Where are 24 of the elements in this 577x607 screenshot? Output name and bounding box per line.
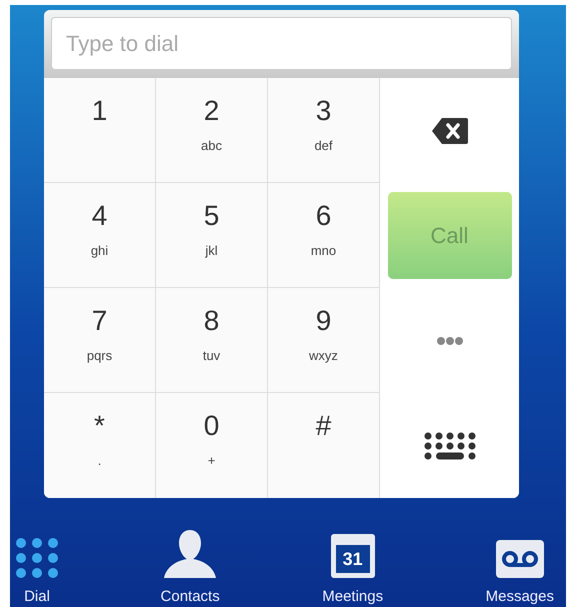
dial-key[interactable]: 7 pqrs	[44, 288, 156, 393]
dial-key[interactable]: 9 wxyz	[268, 288, 380, 393]
dialpad-icon	[16, 538, 58, 578]
dial-key[interactable]: 5 jkl	[156, 183, 268, 288]
dial-key[interactable]: 2 abc	[156, 78, 268, 183]
dial-key[interactable]: 3 def	[268, 78, 380, 183]
nav-tab[interactable]: 31 Meetings	[316, 534, 390, 605]
dial-key[interactable]: 1	[44, 78, 156, 183]
person-icon	[164, 530, 216, 578]
dial-key[interactable]: 8 tuv	[156, 288, 268, 393]
nav-tab[interactable]: Dial	[10, 538, 64, 605]
nav-tab[interactable]: Messages	[480, 540, 560, 605]
backspace-icon[interactable]	[432, 118, 468, 144]
voicemail-icon	[496, 540, 544, 578]
dial-key[interactable]: 4 ghi	[44, 183, 156, 288]
dial-input-field[interactable]: Type to dial	[51, 17, 512, 70]
dial-key[interactable]: 0 +	[156, 393, 268, 498]
keyboard-icon[interactable]	[424, 432, 476, 460]
dial-key[interactable]: 6 mno	[268, 183, 380, 288]
more-icon[interactable]	[436, 336, 462, 344]
dial-key[interactable]: #	[268, 393, 380, 498]
dial-key[interactable]: * .	[44, 393, 156, 498]
nav-tab[interactable]: Contacts	[154, 530, 226, 605]
calendar-icon: 31	[330, 534, 375, 578]
